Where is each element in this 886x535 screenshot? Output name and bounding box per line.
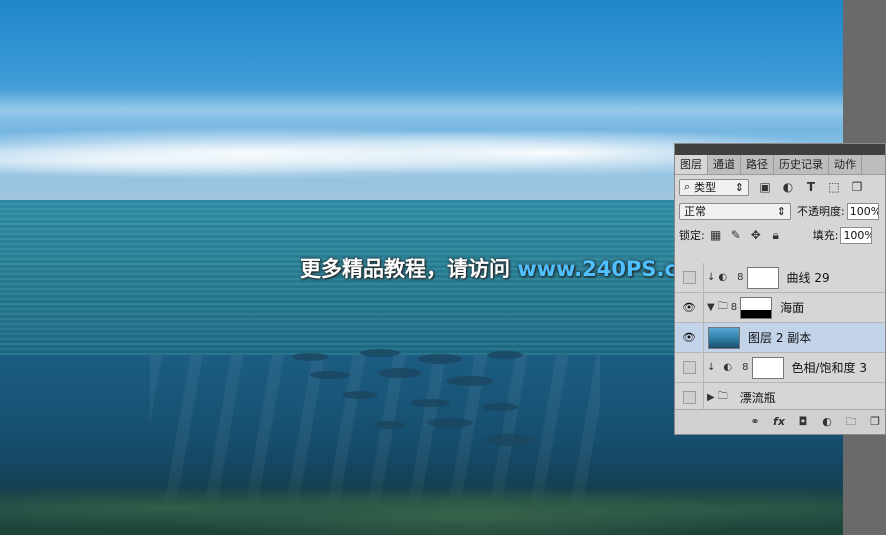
layers-panel: 图层 通道 路径 历史记录 动作 ⌕ 类型 ⇕ ▣ ◐ T ⬚ ❐ 正常 ⇕ 不… bbox=[674, 143, 886, 435]
layer-name: 曲线 29 bbox=[786, 271, 830, 285]
tab-actions[interactable]: 动作 bbox=[829, 155, 862, 174]
layer-row-curves[interactable]: ↓ ◐ 8 曲线 29 bbox=[675, 263, 885, 293]
link-icon[interactable]: ⚭ bbox=[748, 415, 762, 429]
panel-title-strip[interactable] bbox=[675, 144, 885, 155]
filter-kind-value: 类型 bbox=[694, 181, 717, 194]
watermark-text: 更多精品教程，请访问 bbox=[300, 257, 510, 281]
layer-name: 漂流瓶 bbox=[739, 391, 776, 405]
watermark: 更多精品教程，请访问 www.240PS.com bbox=[300, 253, 713, 283]
tab-layers[interactable]: 图层 bbox=[675, 155, 708, 174]
folder-icon: 🗀 bbox=[717, 301, 728, 312]
expand-triangle-icon[interactable]: ▶ bbox=[707, 392, 715, 403]
layer-mask-thumbnail bbox=[746, 266, 779, 289]
chevron-updown-icon: ⇕ bbox=[734, 180, 744, 194]
fill-label: 填充: bbox=[812, 229, 839, 242]
hidden-box-icon bbox=[682, 361, 696, 374]
chain-link-icon: 8 bbox=[730, 302, 738, 313]
group-mask-thumbnail bbox=[740, 296, 773, 319]
shape-filter-icon[interactable]: ⬚ bbox=[827, 180, 841, 194]
visibility-toggle[interactable] bbox=[675, 383, 704, 412]
layer-name: 海面 bbox=[780, 301, 805, 315]
tab-history[interactable]: 历史记录 bbox=[774, 155, 829, 174]
blend-mode-select[interactable]: 正常 ⇕ bbox=[679, 202, 791, 220]
search-icon: ⌕ bbox=[684, 180, 691, 193]
visibility-toggle[interactable] bbox=[675, 263, 704, 292]
eye-icon: 👁︎ bbox=[682, 301, 696, 314]
visibility-toggle[interactable] bbox=[675, 353, 704, 382]
filter-row: ⌕ 类型 ⇕ ▣ ◐ T ⬚ ❐ bbox=[675, 175, 885, 199]
blend-mode-value: 正常 bbox=[684, 205, 706, 218]
panel-bottom-bar: ⚭ fx ◘ ◐ 🗀 ❐ bbox=[675, 409, 885, 434]
group-icon[interactable]: 🗀 bbox=[844, 415, 858, 429]
fish-school bbox=[292, 349, 536, 446]
tab-channels[interactable]: 通道 bbox=[708, 155, 741, 174]
adjustment-filter-icon[interactable]: ◐ bbox=[781, 180, 795, 194]
lock-icon[interactable]: 🔒︎ bbox=[769, 228, 783, 242]
move-icon[interactable]: ✥ bbox=[749, 228, 763, 242]
layer-row-hue-saturation[interactable]: ↓ ◐ 8 色相/饱和度 3 bbox=[675, 353, 885, 383]
opacity-input[interactable]: 100% bbox=[846, 202, 879, 220]
new-layer-icon[interactable]: ❐ bbox=[868, 415, 882, 429]
lock-pixels-icon[interactable]: ▦ bbox=[709, 228, 723, 242]
clip-arrow-icon: ↓ bbox=[707, 272, 716, 283]
sky-haze bbox=[0, 90, 843, 130]
layer-name: 色相/饱和度 3 bbox=[791, 361, 868, 375]
lock-label: 锁定: bbox=[679, 229, 705, 242]
layer-row-sea-surface[interactable]: 👁︎ ▼ 🗀 8 海面 bbox=[675, 293, 885, 323]
hidden-box-icon bbox=[682, 271, 696, 284]
fx-icon[interactable]: fx bbox=[772, 415, 786, 429]
panel-tabs: 图层 通道 路径 历史记录 动作 bbox=[675, 155, 885, 175]
brush-icon[interactable]: ✎ bbox=[729, 228, 743, 242]
visibility-toggle[interactable]: 👁︎ bbox=[675, 323, 704, 352]
hidden-box-icon bbox=[682, 391, 696, 404]
clip-arrow-icon: ↓ bbox=[707, 362, 716, 373]
adjustment-icon[interactable]: ◐ bbox=[820, 415, 834, 429]
image-filter-icon[interactable]: ▣ bbox=[758, 180, 772, 194]
chain-link-icon: 8 bbox=[742, 362, 749, 373]
lock-row: 锁定: ▦ ✎ ✥ 🔒︎ 填充: 100% bbox=[675, 223, 885, 247]
adjustment-layer-icon: ◐ bbox=[718, 272, 728, 283]
chain-link-icon: 8 bbox=[737, 272, 744, 283]
expand-triangle-icon[interactable]: ▼ bbox=[707, 302, 715, 313]
type-filter-icon[interactable]: T bbox=[804, 180, 818, 194]
filter-kind-select[interactable]: ⌕ 类型 ⇕ bbox=[679, 178, 749, 196]
chevron-updown-icon: ⇕ bbox=[776, 204, 786, 218]
layer-mask-thumbnail bbox=[751, 356, 784, 379]
adjustment-layer-icon: ◐ bbox=[723, 362, 733, 373]
seabed bbox=[0, 470, 843, 535]
eye-icon: 👁︎ bbox=[682, 331, 696, 344]
fill-input[interactable]: 100% bbox=[840, 226, 873, 244]
smart-object-filter-icon[interactable]: ❐ bbox=[850, 180, 864, 194]
folder-icon: 🗀 bbox=[717, 391, 728, 402]
layer-thumbnail bbox=[708, 326, 740, 349]
layer-row-layer-2-copy[interactable]: 👁︎ 图层 2 副本 bbox=[675, 323, 885, 353]
layer-list: ↓ ◐ 8 曲线 29 👁︎ ▼ 🗀 8 海面 👁︎ 图层 2 副本 ↓ ◐ 8… bbox=[675, 263, 885, 413]
layer-name: 图层 2 副本 bbox=[748, 331, 812, 345]
blend-row: 正常 ⇕ 不透明度: 100% bbox=[675, 199, 885, 223]
tab-paths[interactable]: 路径 bbox=[741, 155, 774, 174]
mask-icon[interactable]: ◘ bbox=[796, 415, 810, 429]
opacity-label: 不透明度: bbox=[797, 205, 845, 218]
visibility-toggle[interactable]: 👁︎ bbox=[675, 293, 704, 322]
